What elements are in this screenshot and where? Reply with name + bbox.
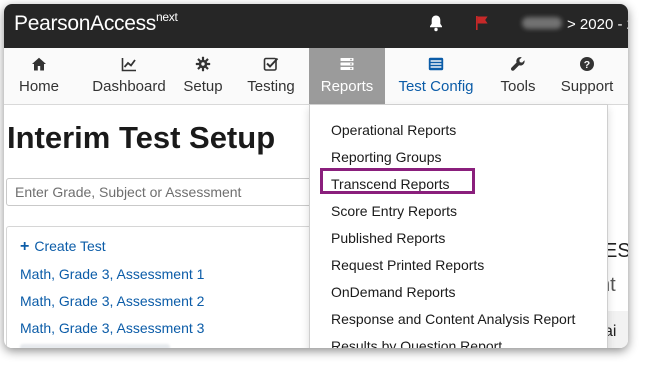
svg-text:?: ? <box>584 59 590 71</box>
create-test-label: Create Test <box>34 238 106 254</box>
assessment-link[interactable]: Math, Grade 3, Assessment 3 <box>20 320 204 336</box>
menu-item-ondemand-reports[interactable]: OnDemand Reports <box>331 284 456 300</box>
main-nav: Home Dashboard Setup Testing Reports Tes… <box>4 48 628 105</box>
menu-item-reporting-groups[interactable]: Reporting Groups <box>331 149 442 165</box>
nav-testing[interactable]: Testing <box>238 48 304 104</box>
truncated-list-item <box>20 344 170 348</box>
wrench-icon <box>510 57 525 71</box>
highlight-box <box>320 168 475 194</box>
nav-tools[interactable]: Tools <box>495 48 541 104</box>
menu-item-score-entry-reports[interactable]: Score Entry Reports <box>331 203 457 219</box>
blurred-org-name <box>522 17 562 29</box>
create-test-link[interactable]: + Create Test <box>20 238 106 256</box>
assessment-link[interactable]: Math, Grade 3, Assessment 1 <box>20 266 204 282</box>
menu-item-response-content-analysis[interactable]: Response and Content Analysis Report <box>331 311 575 327</box>
brand-logo[interactable]: PearsonAccessnext <box>14 10 178 36</box>
top-bar: PearsonAccessnext > 2020 - 2 <box>4 4 628 48</box>
checkbox-icon <box>263 57 279 71</box>
gear-icon <box>195 56 211 72</box>
nav-dashboard-label: Dashboard <box>92 78 166 95</box>
menu-item-results-by-question[interactable]: Results by Question Report <box>331 338 502 348</box>
menu-item-request-printed-reports[interactable]: Request Printed Reports <box>331 257 484 273</box>
menu-item-published-reports[interactable]: Published Reports <box>331 230 445 246</box>
brand-superscript: next <box>156 10 178 24</box>
reports-dropdown-menu: Operational Reports Reporting Groups Tra… <box>309 104 608 348</box>
home-icon <box>32 57 46 71</box>
page-title: Interim Test Setup <box>7 120 276 155</box>
app-window: PearsonAccessnext > 2020 - 2 Home Dashbo… <box>4 4 628 348</box>
plus-icon: + <box>20 238 30 255</box>
bell-icon[interactable] <box>428 14 444 32</box>
nav-home[interactable]: Home <box>7 48 71 104</box>
nav-home-label: Home <box>18 78 59 95</box>
nav-tools-label: Tools <box>500 78 536 95</box>
nav-test-config-label: Test Config <box>398 78 474 95</box>
nav-test-config[interactable]: Test Config <box>395 48 477 104</box>
nav-reports[interactable]: Reports <box>309 48 385 104</box>
nav-testing-label: Testing <box>247 78 295 95</box>
org-context[interactable]: > 2020 - 2 <box>567 16 628 33</box>
nav-support-label: Support <box>560 78 614 95</box>
nav-setup-label: Setup <box>183 78 223 95</box>
nav-reports-label: Reports <box>320 78 374 95</box>
question-icon: ? <box>580 57 594 71</box>
list-icon <box>428 57 444 71</box>
chart-icon <box>121 58 136 72</box>
reports-icon <box>340 58 354 70</box>
assessment-link[interactable]: Math, Grade 3, Assessment 2 <box>20 293 204 309</box>
nav-support[interactable]: ? Support <box>554 48 620 104</box>
menu-item-operational-reports[interactable]: Operational Reports <box>331 122 456 138</box>
flag-icon[interactable] <box>474 14 490 32</box>
brand-name: PearsonAccess <box>14 12 157 35</box>
nav-setup[interactable]: Setup <box>180 48 226 104</box>
nav-dashboard[interactable]: Dashboard <box>76 48 182 104</box>
assessment-search-input[interactable] <box>6 178 316 206</box>
